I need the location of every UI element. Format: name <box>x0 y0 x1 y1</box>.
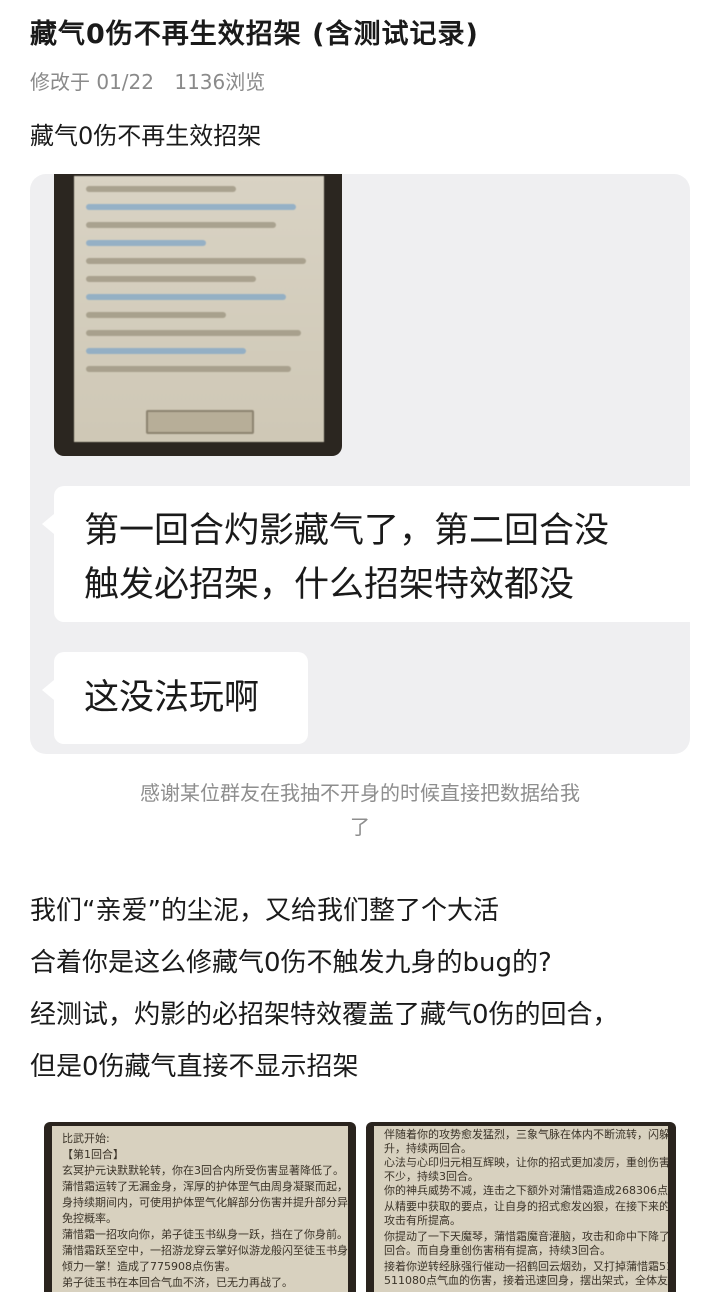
log-line: 心法与心印归元相互辉映，让你的招式更加凌厉，重创伤害瞬间增加 <box>384 1156 668 1169</box>
bubble-line-1: 第一回合灼影藏气了，第二回合没 <box>84 511 610 551</box>
log-line: 蒲惜霜一招攻向你，弟子徒玉书纵身一跃，挡在了你身前。 <box>62 1228 348 1241</box>
paragraph-4: 但是0伤藏气直接不显示招架 <box>30 1052 359 1082</box>
log-line: 【第1回合】 <box>62 1148 124 1161</box>
chat-bubble-message-2: 这没法玩啊 <box>42 652 308 744</box>
blurred-line <box>86 222 276 228</box>
log-line: 免控概率。 <box>62 1212 117 1225</box>
log-line: 511080点气血的伤害，接着迅速回身，摆出架式，全体友方的攻击 <box>384 1274 668 1287</box>
caption-line-2: 了 <box>350 815 370 839</box>
blurred-line <box>86 294 286 300</box>
caption-line-1: 感谢某位群友在我抽不开身的时候直接把数据给我 <box>140 781 580 805</box>
log-line: 伴随着你的攻势愈发猛烈，三象气脉在体内不断流转，闪躲获得了提 <box>384 1128 668 1141</box>
paragraph-3: 经测试，灼影的必招架特效覆盖了藏气0伤的回合， <box>30 1000 619 1030</box>
post-title: 藏气0伤不再生效招架 (含测试记录) <box>30 19 479 50</box>
paragraph-1: 我们“亲爱”的尘泥，又给我们整了个大活 <box>30 896 499 926</box>
battle-log-panel: 伴随着你的攻势愈发猛烈，三象气脉在体内不断流转，闪躲获得了提 升，持续两回合。 … <box>374 1126 668 1292</box>
bubble-line-2: 触发必招架，什么招架特效都没 <box>84 565 575 605</box>
chat-bubble-message-1: 第一回合灼影藏气了，第二回合没 触发必招架，什么招架特效都没 <box>42 486 690 622</box>
log-line: 升，持续两回合。 <box>384 1142 472 1155</box>
blurred-line <box>86 258 306 264</box>
blurred-line <box>86 204 296 210</box>
log-line: 攻击有所提高。 <box>384 1214 461 1227</box>
modified-date: 修改于 01/22 <box>30 70 154 94</box>
embedded-game-screenshot[interactable] <box>54 174 342 456</box>
blurred-line <box>86 330 301 336</box>
log-line: 玄冥护元诀默默轮转，你在3回合内所受伤害显著降低了。 <box>62 1164 344 1177</box>
log-line: 从精要中获取的要点，让自身的招式愈发凶狠，在接下来的3轮内， <box>384 1200 668 1213</box>
image-caption: 感谢某位群友在我抽不开身的时候直接把数据给我 了 <box>90 776 630 844</box>
log-line: 倾力一掌！造成了775908点伤害。 <box>62 1260 236 1273</box>
blurred-line <box>86 186 236 192</box>
chat-screenshot-card[interactable]: 第一回合灼影藏气了，第二回合没 触发必招架，什么招架特效都没 这没法玩啊 <box>30 174 690 754</box>
battle-log-screenshot-left[interactable]: 比武开始: 【第1回合】 玄冥护元诀默默轮转，你在3回合内所受伤害显著降低了。 … <box>44 1122 356 1292</box>
blurred-line <box>86 366 291 372</box>
screenshot-dialog <box>74 176 324 442</box>
log-line: 你的神兵威势不减，连击之下额外对蒲惜霜造成268306点气血损伤 <box>384 1184 668 1197</box>
log-line: 身持续期间内，可使用护体罡气化解部分伤害并提升部分异常效果的 <box>62 1196 348 1209</box>
log-line: 蒲惜霜运转了无漏金身，浑厚的护体罡气由周身凝聚而起，在无漏金 <box>62 1180 348 1193</box>
log-line: 蒲惜霜跃至空中，一招游龙穿云掌好似游龙般闪至徒玉书身后，接着 <box>62 1244 348 1257</box>
blurred-line <box>86 276 256 282</box>
screenshot-confirm-button <box>146 410 254 434</box>
log-line: 你提动了一下天魔琴，蒲惜霜魔音灌脑，攻击和命中下降了，持续3 <box>384 1230 668 1243</box>
blurred-line <box>86 240 206 246</box>
post-subtitle: 藏气0伤不再生效招架 <box>30 122 262 150</box>
paragraph-2: 合着你是这么修藏气0伤不触发九身的bug的? <box>30 948 552 978</box>
battle-log-panel: 比武开始: 【第1回合】 玄冥护元诀默默轮转，你在3回合内所受伤害显著降低了。 … <box>52 1126 348 1292</box>
log-line: 回合。而自身重创伤害稍有提高，持续3回合。 <box>384 1244 611 1257</box>
log-line: 比武开始: <box>62 1132 110 1145</box>
log-line: 接着你逆转经脉强行催动一招鹤回云烟劲，又打掉蒲惜霜510724， <box>384 1260 668 1273</box>
log-line: 不少，持续3回合。 <box>384 1170 479 1183</box>
battle-log-screenshot-right[interactable]: 伴随着你的攻势愈发猛烈，三象气脉在体内不断流转，闪躲获得了提 升，持续两回合。 … <box>366 1122 676 1292</box>
post-meta: 修改于 01/22 1136浏览 <box>30 66 265 95</box>
blurred-line <box>86 348 246 354</box>
log-line: 弟子徒玉书在本回合气血不济，已无力再战了。 <box>62 1276 293 1289</box>
view-count: 1136浏览 <box>174 70 266 94</box>
blurred-line <box>86 312 226 318</box>
